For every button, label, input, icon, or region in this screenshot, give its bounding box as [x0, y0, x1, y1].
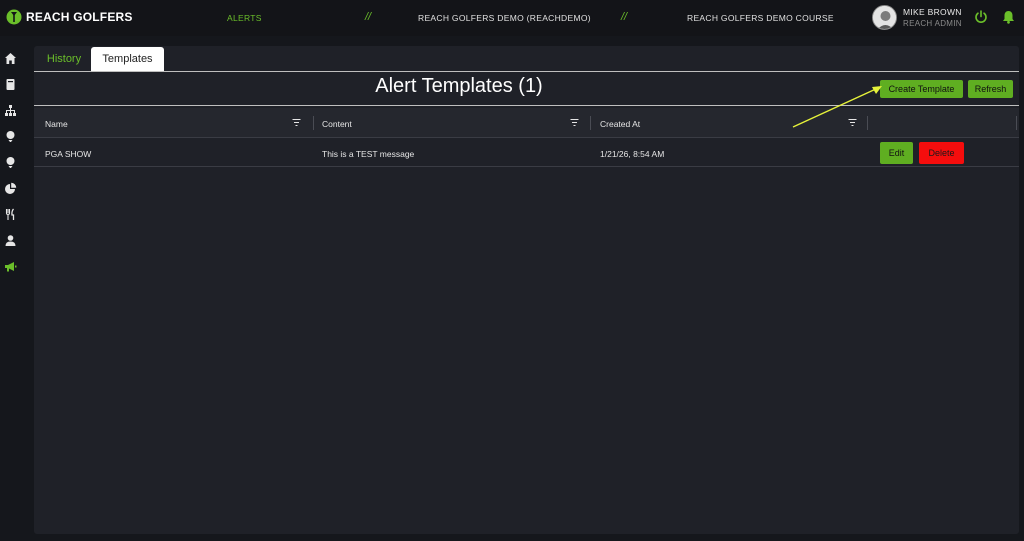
refresh-button[interactable]: Refresh — [968, 80, 1013, 98]
user-avatar[interactable] — [872, 5, 897, 30]
bell-icon[interactable] — [1002, 10, 1015, 24]
filter-icon[interactable] — [570, 118, 579, 127]
nav-alerts-link[interactable]: ALERTS — [227, 13, 262, 23]
tab-divider — [34, 71, 1019, 72]
course-name[interactable]: REACH GOLFERS DEMO COURSE — [687, 13, 834, 23]
table-row: PGA SHOW This is a TEST message 1/21/26,… — [34, 138, 1019, 167]
reach-golfers-logo-icon — [6, 9, 22, 25]
column-header-content[interactable]: Content — [322, 119, 352, 129]
top-bar: REACH GOLFERS ALERTS // REACH GOLFERS DE… — [0, 0, 1024, 36]
breadcrumb-separator: // — [365, 11, 372, 23]
power-icon[interactable] — [974, 10, 988, 24]
cell-name: PGA SHOW — [45, 149, 92, 159]
tab-templates[interactable]: Templates — [91, 47, 164, 71]
create-template-button[interactable]: Create Template — [880, 80, 963, 98]
filter-icon[interactable] — [292, 118, 301, 127]
chart-pie-icon[interactable] — [4, 182, 17, 195]
user-name: MIKE BROWN — [903, 7, 962, 17]
avatar-photo-icon — [873, 6, 896, 29]
tab-history[interactable]: History — [38, 47, 90, 71]
edit-button[interactable]: Edit — [880, 142, 913, 164]
user-icon[interactable] — [4, 234, 17, 247]
book-icon[interactable] — [4, 78, 17, 91]
org-chart-icon[interactable] — [4, 104, 17, 117]
home-icon[interactable] — [4, 52, 17, 65]
column-separator[interactable] — [590, 116, 591, 130]
brand-name: REACH GOLFERS — [26, 10, 133, 24]
sidebar — [0, 36, 22, 541]
user-role: REACH ADMIN — [903, 19, 962, 28]
brand[interactable]: REACH GOLFERS — [6, 8, 133, 26]
megaphone-icon[interactable] — [4, 260, 17, 273]
annotation-arrow-icon — [792, 86, 882, 128]
golf-ball-icon[interactable] — [4, 130, 17, 143]
column-header-created-at[interactable]: Created At — [600, 119, 640, 129]
column-separator[interactable] — [1016, 116, 1017, 130]
cell-created-at: 1/21/26, 8:54 AM — [600, 149, 665, 159]
golf-ball-tee-icon[interactable] — [4, 156, 17, 169]
delete-button[interactable]: Delete — [919, 142, 964, 164]
cell-content: This is a TEST message — [322, 149, 415, 159]
column-header-name[interactable]: Name — [45, 119, 68, 129]
page-title: Alert Templates (1) — [375, 75, 543, 97]
breadcrumb-separator: // — [621, 11, 628, 23]
column-separator[interactable] — [313, 116, 314, 130]
org-name[interactable]: REACH GOLFERS DEMO (REACHDEMO) — [418, 13, 591, 23]
utensils-icon[interactable] — [4, 208, 17, 221]
